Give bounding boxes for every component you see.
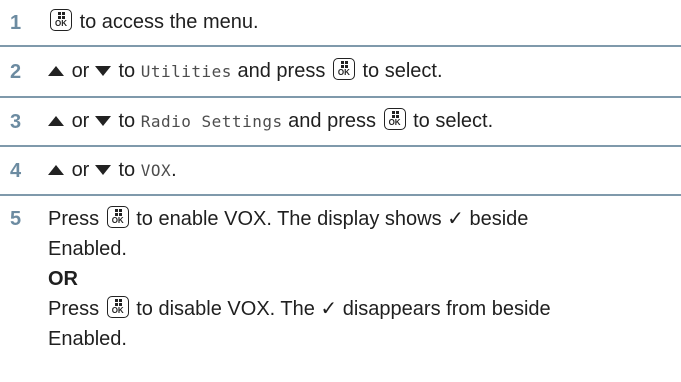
down-arrow-icon xyxy=(94,116,111,126)
press-word: and press xyxy=(237,60,326,82)
enabled-word: Enabled. xyxy=(48,238,127,260)
action-text: to select. xyxy=(413,110,494,132)
step-4: 4 or to VOX. xyxy=(0,147,681,196)
enabled-word: Enabled. xyxy=(48,328,127,350)
menu-item-name: VOX xyxy=(140,161,172,180)
menu-ok-button-icon: OK xyxy=(332,58,355,80)
up-arrow-icon xyxy=(48,116,64,126)
menu-ok-button-icon: OK xyxy=(50,9,72,31)
disable-line: Press OK to disable VOX. The ✓ disappear… xyxy=(48,294,661,324)
menu-ok-button-icon: OK xyxy=(106,206,129,228)
or-word: or xyxy=(71,110,90,132)
step-text: OK to access the menu. xyxy=(48,8,661,36)
or-word: or xyxy=(71,159,90,181)
step-text: or to VOX. xyxy=(48,156,661,185)
step-text: or to Radio Settings and press OK to sel… xyxy=(48,107,661,136)
step-number: 2 xyxy=(10,61,22,83)
down-arrow-icon xyxy=(94,165,111,175)
press-word: and press xyxy=(288,110,376,132)
step-2: 2 or to Utilities and press OK to select… xyxy=(0,47,681,98)
step-text: Press OK to enable VOX. The display show… xyxy=(48,204,661,354)
instruction-steps: 1 OK to access the menu. 2 or to Utiliti… xyxy=(0,0,681,382)
to-word: to xyxy=(118,159,136,181)
step-number: 3 xyxy=(10,111,22,133)
menu-ok-button-icon: OK xyxy=(106,296,129,318)
step-text: or to Utilities and press OK to select. xyxy=(48,57,661,86)
step-number: 5 xyxy=(10,208,22,230)
menu-ok-button-icon: OK xyxy=(383,108,406,130)
press-word: Press xyxy=(48,298,100,320)
disable-text: to disable VOX. The ✓ disappears from be… xyxy=(136,298,551,320)
or-label: OR xyxy=(48,268,78,290)
up-arrow-icon xyxy=(48,66,64,76)
step-5: 5 Press OK to enable VOX. The display sh… xyxy=(0,196,681,382)
to-word: to xyxy=(118,110,136,132)
to-word: to xyxy=(118,60,136,82)
down-arrow-icon xyxy=(94,66,111,76)
step-1: 1 OK to access the menu. xyxy=(0,0,681,47)
menu-item-name: Utilities xyxy=(140,62,232,81)
step-description: to access the menu. xyxy=(79,11,259,33)
or-word: or xyxy=(71,60,90,82)
step-number: 1 xyxy=(10,12,22,34)
action-text: to select. xyxy=(362,60,443,82)
enable-text: to enable VOX. The display shows ✓ besid… xyxy=(136,208,529,230)
menu-item-name: Radio Settings xyxy=(140,112,283,131)
press-word: Press xyxy=(48,208,100,230)
end-period: . xyxy=(171,159,177,181)
enable-line: Press OK to enable VOX. The display show… xyxy=(48,204,661,234)
up-arrow-icon xyxy=(48,165,64,175)
step-3: 3 or to Radio Settings and press OK to s… xyxy=(0,98,681,147)
step-number: 4 xyxy=(10,160,22,182)
